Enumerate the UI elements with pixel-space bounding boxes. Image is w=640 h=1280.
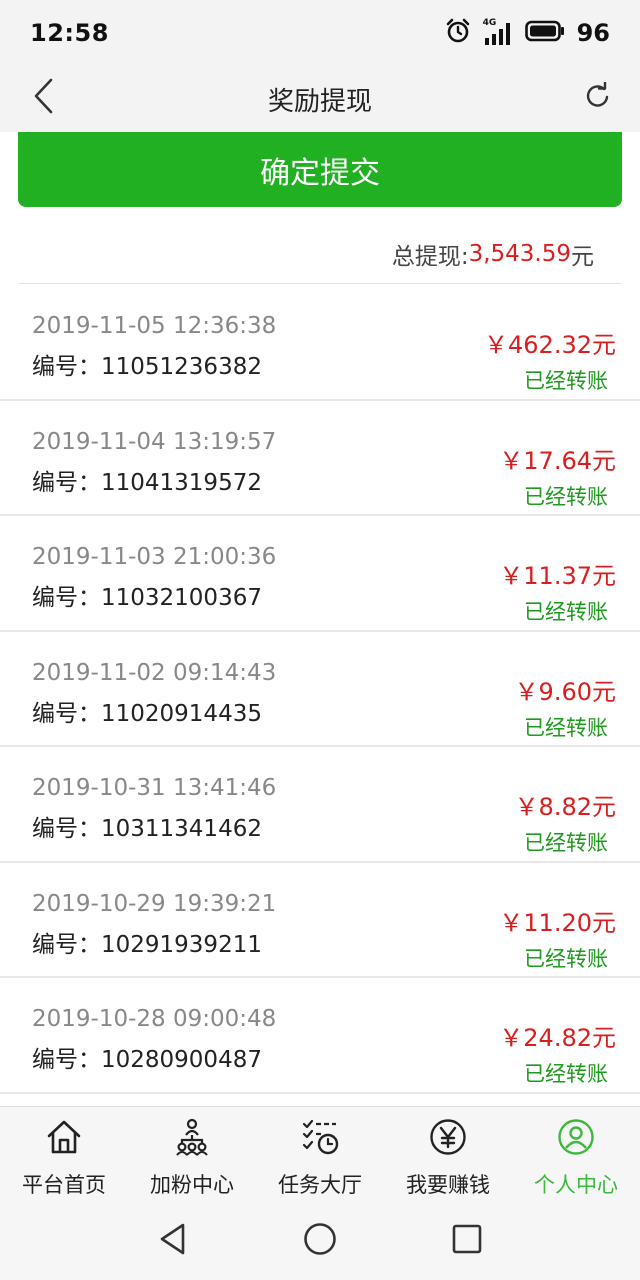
alarm-icon [445,18,471,48]
record-status: 已经转账 [524,831,608,855]
record-amount: ￥8.82元 [514,793,616,821]
tab-home[interactable]: 平台首页 [0,1107,128,1201]
withdrawal-records-list[interactable]: 2019-11-05 12:36:38 编号：11051236382 ￥462.… [0,285,640,1094]
tab-task-hall[interactable]: 任务大厅 [256,1107,384,1201]
record-status: 已经转账 [524,1062,608,1086]
record-amount: ￥24.82元 [499,1024,616,1052]
list-item[interactable]: 2019-10-28 09:00:48 编号：10280900487 ￥24.8… [0,978,640,1094]
record-amount: ￥11.37元 [499,562,616,590]
tab-label: 个人中心 [534,1173,618,1197]
tab-earn-money[interactable]: 我要赚钱 [384,1107,512,1201]
battery-level: 96 [576,19,610,47]
record-id: 编号：10311341462 [32,816,262,842]
refresh-icon [584,81,612,114]
task-list-icon [300,1117,340,1157]
signal-icon: 4G [483,18,513,46]
record-status: 已经转账 [524,369,608,393]
header: 奖励提现 [0,66,640,132]
nav-back-icon [158,1222,188,1260]
tab-label: 加粉中心 [150,1173,234,1197]
record-amount: ￥11.20元 [499,908,616,937]
user-profile-icon [556,1117,596,1157]
list-item[interactable]: 2019-10-31 13:41:46 编号：10311341462 ￥8.82… [0,747,640,863]
status-bar: 12:58 4G 96 [0,0,640,66]
nav-recents-icon [452,1224,482,1258]
record-id: 编号：11041319572 [32,469,262,496]
list-item[interactable]: 2019-11-04 13:19:57 编号：11041319572 ￥17.6… [0,400,640,516]
nav-home-icon [303,1222,337,1260]
yuan-coin-icon [428,1117,468,1157]
nav-back-button[interactable] [153,1221,193,1261]
record-time: 2019-11-05 12:36:38 [32,313,277,339]
record-amount: ￥17.64元 [499,446,616,475]
tab-personal-center[interactable]: 个人中心 [512,1107,640,1201]
total-unit: 元 [571,243,594,270]
status-time: 12:58 [30,19,109,47]
record-id: 编号：11032100367 [32,585,262,611]
tab-label: 平台首页 [22,1173,106,1197]
record-status: 已经转账 [524,946,608,971]
record-time: 2019-11-03 21:00:36 [32,544,277,570]
record-id: 编号：10291939211 [32,931,262,958]
total-label: 总提现: [391,243,469,270]
submit-button[interactable]: 确定提交 [18,132,622,207]
record-status: 已经转账 [524,484,608,509]
nav-recents-button[interactable] [447,1221,487,1261]
total-amount: 3,543.59 [468,240,571,267]
record-time: 2019-10-28 09:00:48 [32,1006,277,1032]
record-time: 2019-10-31 13:41:46 [32,775,277,801]
status-icons: 4G 96 [445,18,610,48]
record-time: 2019-11-04 13:19:57 [32,428,277,455]
record-id: 编号：11051236382 [32,354,262,380]
record-time: 2019-11-02 09:14:43 [32,659,277,686]
home-icon [44,1117,84,1157]
list-item[interactable]: 2019-11-02 09:14:43 编号：11020914435 ￥9.60… [0,631,640,747]
refresh-button[interactable] [580,80,616,116]
battery-icon [524,20,565,46]
record-id: 编号：10280900487 [32,1047,262,1073]
total-withdrawal: 总提现: 3,543.59 元 [18,224,622,284]
users-network-icon [172,1117,212,1157]
record-status: 已经转账 [524,600,608,624]
record-amount: ￥9.60元 [514,677,616,706]
tab-label: 任务大厅 [278,1173,362,1197]
nav-home-button[interactable] [300,1221,340,1261]
page-title: 奖励提现 [267,86,372,117]
screen: 12:58 4G 96 奖励提现 确定提交 总提现: 3,543.59 元 20… [0,0,640,1280]
list-item[interactable]: 2019-10-29 19:39:21 编号：10291939211 ￥11.2… [0,862,640,978]
system-nav-bar [0,1201,640,1280]
record-status: 已经转账 [524,715,608,740]
bottom-tab-bar: 平台首页 加粉中心 任务大厅 我要赚钱 个人中心 [0,1106,640,1201]
record-amount: ￥462.32元 [484,331,616,359]
tab-fans-center[interactable]: 加粉中心 [128,1107,256,1201]
record-id: 编号：11020914435 [32,700,262,727]
back-button[interactable] [24,78,64,118]
list-item[interactable]: 2019-11-05 12:36:38 编号：11051236382 ￥462.… [0,285,640,401]
list-item[interactable]: 2019-11-03 21:00:36 编号：11032100367 ￥11.3… [0,516,640,632]
record-time: 2019-10-29 19:39:21 [32,890,277,917]
tab-label: 我要赚钱 [406,1173,490,1197]
chevron-left-icon [32,78,56,118]
